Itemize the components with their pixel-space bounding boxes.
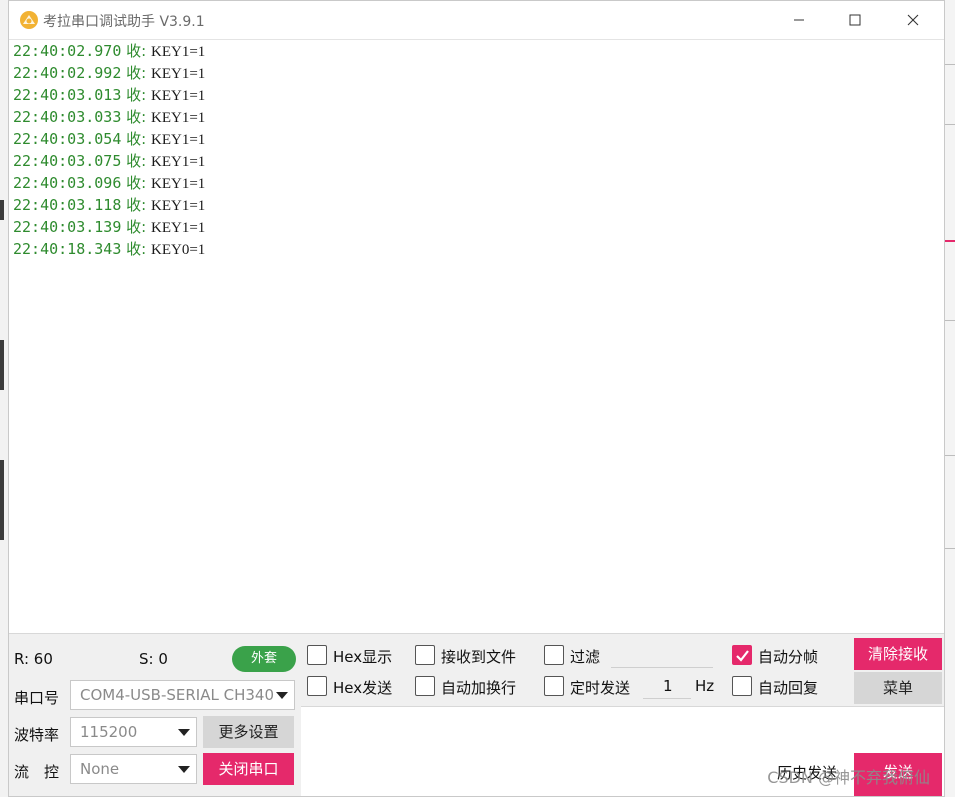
port-value: COM4-USB-SERIAL CH340 <box>80 686 274 704</box>
hex-send-label: Hex发送 <box>333 679 393 697</box>
log-timestamp: 22:40:03.075 <box>13 152 122 170</box>
log-timestamp: 22:40:03.013 <box>13 86 122 104</box>
clear-receive-button[interactable]: 清除接收 <box>854 638 942 670</box>
more-settings-button[interactable]: 更多设置 <box>203 716 294 748</box>
auto-reply-label: 自动回复 <box>758 679 819 697</box>
log-data: KEY1=1 <box>151 66 206 82</box>
window-title: 考拉串口调试助手 V3.9.1 <box>43 14 205 30</box>
log-line: 22:40:02.992 收: KEY1=1 <box>9 62 944 84</box>
auto-newline-label: 自动加换行 <box>441 679 517 697</box>
timed-frequency-input[interactable]: 1 <box>643 675 691 699</box>
log-line: 22:40:03.013 收: KEY1=1 <box>9 84 944 106</box>
background-fragment <box>0 460 4 540</box>
close-button[interactable] <box>885 1 941 39</box>
filter-input[interactable] <box>611 644 713 668</box>
log-line: 22:40:02.970 收: KEY1=1 <box>9 40 944 62</box>
port-select[interactable]: COM4-USB-SERIAL CH340 <box>70 680 295 710</box>
log-timestamp: 22:40:18.343 <box>13 240 122 258</box>
close-icon <box>907 14 919 26</box>
log-direction: 收: <box>126 218 147 236</box>
receive-to-file-label: 接收到文件 <box>441 648 517 666</box>
log-direction: 收: <box>126 240 147 258</box>
log-direction: 收: <box>126 64 147 82</box>
baud-label: 波特率 <box>14 726 60 744</box>
chevron-down-icon <box>178 766 190 773</box>
log-data: KEY1=1 <box>151 88 206 104</box>
log-direction: 收: <box>126 152 147 170</box>
background-fragment <box>0 340 4 390</box>
csdn-watermark: CSDN @神不弃我俯仙 <box>767 768 930 787</box>
flow-control-select[interactable]: None <box>70 754 197 784</box>
koala-app-icon <box>20 11 38 29</box>
log-direction: 收: <box>126 108 147 126</box>
log-direction: 收: <box>126 42 147 60</box>
log-line: 22:40:03.033 收: KEY1=1 <box>9 106 944 128</box>
log-data: KEY1=1 <box>151 198 206 214</box>
log-timestamp: 22:40:03.118 <box>13 196 122 214</box>
serial-assistant-window: 考拉串口调试助手 V3.9.1 22:40:02.970 收: KEY1=1 22… <box>8 0 945 797</box>
auto-newline-checkbox[interactable] <box>415 676 435 696</box>
log-timestamp: 22:40:03.033 <box>13 108 122 126</box>
close-port-button[interactable]: 关闭串口 <box>203 753 294 785</box>
log-data: KEY0=1 <box>151 242 206 258</box>
checkmark-icon <box>736 650 749 662</box>
baud-value: 115200 <box>80 723 138 741</box>
log-line: 22:40:03.054 收: KEY1=1 <box>9 128 944 150</box>
sent-count: S: 0 <box>139 650 168 668</box>
log-direction: 收: <box>126 196 147 214</box>
timed-frequency-value: 1 <box>663 677 673 695</box>
log-timestamp: 22:40:03.139 <box>13 218 122 236</box>
flow-label: 流 控 <box>14 763 60 781</box>
log-data: KEY1=1 <box>151 220 206 236</box>
hex-display-label: Hex显示 <box>333 648 393 666</box>
hex-display-checkbox[interactable] <box>307 645 327 665</box>
log-line: 22:40:03.139 收: KEY1=1 <box>9 216 944 238</box>
log-timestamp: 22:40:03.054 <box>13 130 122 148</box>
log-direction: 收: <box>126 130 147 148</box>
log-timestamp: 22:40:03.096 <box>13 174 122 192</box>
auto-reply-checkbox[interactable] <box>732 676 752 696</box>
menu-button[interactable]: 菜单 <box>854 672 942 704</box>
received-count: R: 60 <box>14 650 53 668</box>
flow-value: None <box>80 760 120 778</box>
chevron-down-icon <box>178 729 190 736</box>
log-direction: 收: <box>126 86 147 104</box>
log-line: 22:40:03.118 收: KEY1=1 <box>9 194 944 216</box>
timed-send-label: 定时发送 <box>570 679 631 697</box>
log-timestamp: 22:40:02.992 <box>13 64 122 82</box>
log-data: KEY1=1 <box>151 44 206 60</box>
maximize-button[interactable] <box>827 1 883 39</box>
timed-unit-label: Hz <box>695 677 715 695</box>
log-data: KEY1=1 <box>151 154 206 170</box>
title-bar[interactable]: 考拉串口调试助手 V3.9.1 <box>9 1 944 40</box>
receive-to-file-checkbox[interactable] <box>415 645 435 665</box>
log-line: 22:40:03.075 收: KEY1=1 <box>9 150 944 172</box>
log-data: KEY1=1 <box>151 176 206 192</box>
external-button[interactable]: 外套 <box>232 646 296 672</box>
receive-log: 22:40:02.970 收: KEY1=1 22:40:02.992 收: KE… <box>9 40 944 260</box>
timed-send-checkbox[interactable] <box>544 676 564 696</box>
maximize-icon <box>849 14 861 26</box>
auto-frame-checkbox[interactable] <box>732 645 752 665</box>
filter-checkbox[interactable] <box>544 645 564 665</box>
filter-label: 过滤 <box>570 648 601 666</box>
log-line: 22:40:03.096 收: KEY1=1 <box>9 172 944 194</box>
log-line: 22:40:18.343 收: KEY0=1 <box>9 238 944 260</box>
receive-area[interactable]: 22:40:02.970 收: KEY1=1 22:40:02.992 收: KE… <box>9 40 944 633</box>
auto-frame-label: 自动分帧 <box>758 648 819 666</box>
log-direction: 收: <box>126 174 147 192</box>
port-label: 串口号 <box>14 689 60 707</box>
log-timestamp: 22:40:02.970 <box>13 42 122 60</box>
chevron-down-icon <box>276 692 288 699</box>
minimize-icon <box>794 19 804 21</box>
background-fragment <box>0 200 4 220</box>
log-data: KEY1=1 <box>151 132 206 148</box>
baud-select[interactable]: 115200 <box>70 717 197 747</box>
minimize-button[interactable] <box>771 1 827 39</box>
hex-send-checkbox[interactable] <box>307 676 327 696</box>
log-data: KEY1=1 <box>151 110 206 126</box>
